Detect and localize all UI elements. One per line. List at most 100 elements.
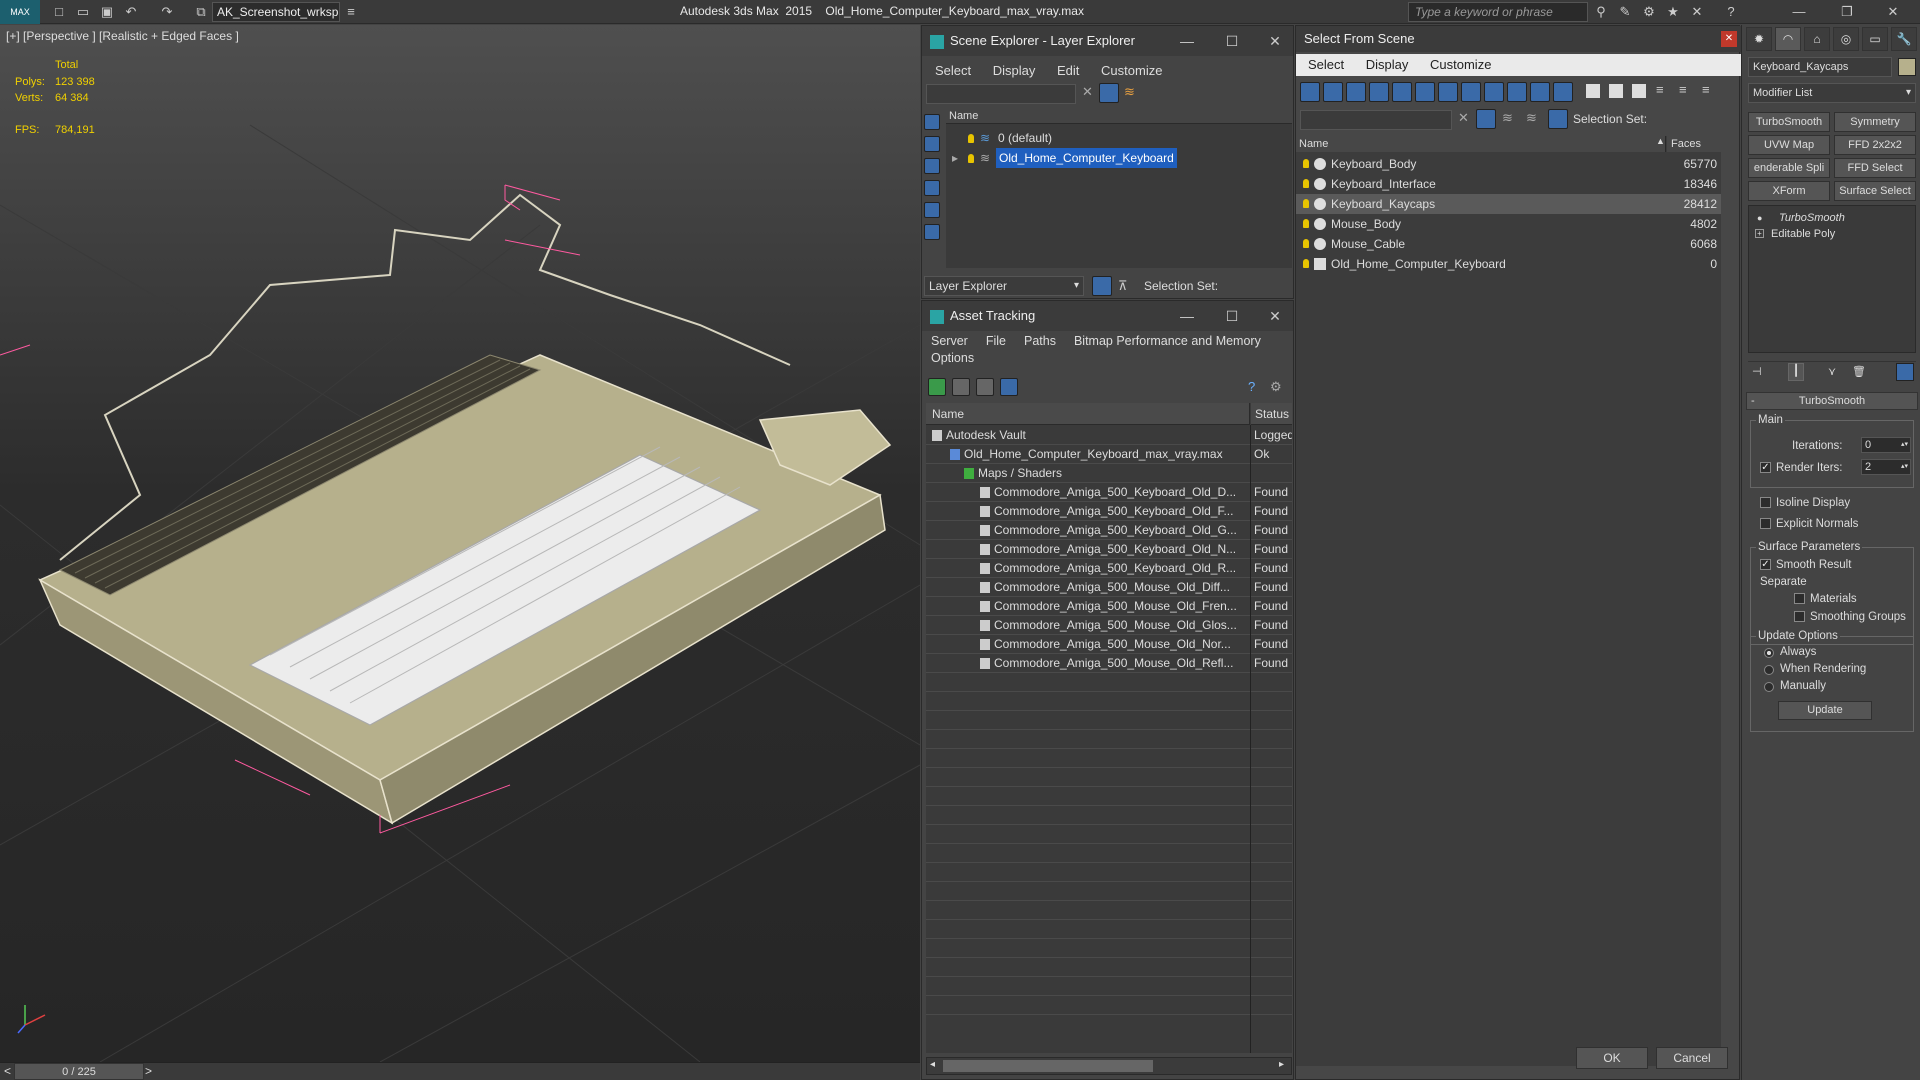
modifier-button[interactable]: TurboSmooth <box>1748 112 1830 132</box>
expand-arrow-icon[interactable]: ▸ <box>952 148 958 168</box>
utilities-tab-icon[interactable]: 🔧 <box>1891 27 1917 51</box>
asset-help-icon[interactable]: ? <box>1248 379 1255 394</box>
iterations-spinner[interactable]: 0 ▴▾ <box>1861 437 1911 453</box>
asset-tracking-titlebar[interactable]: Asset Tracking — ☐ ✕ <box>922 301 1293 331</box>
undo-icon[interactable]: ↶ <box>122 3 140 21</box>
explicit-normals-checkbox[interactable] <box>1760 518 1771 529</box>
minimize-icon[interactable]: — <box>1790 3 1808 21</box>
groups-filter-icon[interactable] <box>1438 82 1458 102</box>
modify-tab-icon[interactable]: ◠ <box>1775 27 1801 51</box>
select-invert-icon[interactable] <box>1632 84 1646 98</box>
render-iters-spinner[interactable]: 2 ▴▾ <box>1861 459 1911 475</box>
pin-stack-icon[interactable]: ⊣ <box>1752 365 1762 378</box>
maximize-icon[interactable]: ☐ <box>1212 26 1252 56</box>
close-icon[interactable]: ✕ <box>1255 301 1295 331</box>
close-icon[interactable]: ✕ <box>1255 26 1295 56</box>
ok-button[interactable]: OK <box>1576 1047 1648 1069</box>
asset-row[interactable]: Old_Home_Computer_Keyboard_max_vray.max O… <box>926 445 1292 464</box>
smoothing-groups-checkbox[interactable] <box>1794 611 1805 622</box>
layers-toggle-icon[interactable]: ≋ <box>1526 110 1537 126</box>
light-bulb-icon[interactable] <box>968 128 974 148</box>
asset-row[interactable]: Maps / Shaders <box>926 464 1292 483</box>
modifier-button[interactable]: Surface Select <box>1834 181 1916 201</box>
select-none-icon[interactable] <box>1609 84 1623 98</box>
time-next-button[interactable]: > <box>145 1064 152 1078</box>
display-none-icon[interactable] <box>924 114 940 130</box>
time-slider[interactable]: < 0 / 225 > <box>0 1062 920 1080</box>
light-bulb-icon[interactable] <box>1303 239 1309 248</box>
layer-row-keyboard[interactable]: ▸ ≋ Old_Home_Computer_Keyboard <box>946 148 1292 168</box>
light-bulb-icon[interactable] <box>1303 199 1309 208</box>
display-layers-icon[interactable] <box>924 224 940 240</box>
menu-display[interactable]: Display <box>1357 54 1418 75</box>
render-iters-checkbox[interactable]: ✓ <box>1760 462 1771 473</box>
favorites-star-icon[interactable]: ★ <box>1664 3 1682 21</box>
isoline-display-checkbox[interactable] <box>1760 497 1771 508</box>
asset-row[interactable]: Commodore_Amiga_500_Keyboard_Old_F... Fou… <box>926 502 1292 521</box>
always-radio[interactable] <box>1764 648 1774 658</box>
modifier-button[interactable]: UVW Map <box>1748 135 1830 155</box>
help-icon[interactable]: ? <box>1722 3 1740 21</box>
menu-paths[interactable]: Paths <box>1015 331 1065 351</box>
asset-col-status[interactable]: Status <box>1251 403 1292 425</box>
clear-search-icon[interactable]: ✕ <box>1082 84 1093 100</box>
modifier-button[interactable]: enderable Spli <box>1748 158 1830 178</box>
app-logo-icon[interactable]: MAX <box>0 0 40 24</box>
menu-select[interactable]: Select <box>1296 54 1353 75</box>
expand-plus-icon[interactable]: + <box>1755 229 1764 238</box>
object-col-name[interactable]: Name <box>1296 136 1666 152</box>
viewport-label[interactable]: [+] [Perspective ] [Realistic + Edged Fa… <box>6 29 239 43</box>
perspective-viewport[interactable]: [+] [Perspective ] [Realistic + Edged Fa… <box>0 25 920 1062</box>
close-icon[interactable]: ✕ <box>1721 31 1737 47</box>
light-bulb-icon[interactable] <box>1303 159 1309 168</box>
spinner-arrows-icon[interactable]: ▴▾ <box>1901 460 1908 474</box>
binoculars-icon[interactable]: ⚲ <box>1592 3 1610 21</box>
thumbnail-view-icon[interactable] <box>976 378 994 396</box>
object-row[interactable]: Old_Home_Computer_Keyboard 0 <box>1296 254 1721 274</box>
display-children-icon[interactable]: ≡ <box>1679 82 1687 97</box>
turbosmooth-rollout-header[interactable]: - TurboSmooth <box>1746 392 1918 410</box>
new-file-icon[interactable]: □ <box>50 3 68 21</box>
horizontal-scrollbar[interactable]: ◂ ▸ <box>926 1057 1292 1075</box>
close-app-icon[interactable]: ✕ <box>1884 3 1902 21</box>
workspace-dropdown[interactable]: AK_Screenshot_wrksp <box>212 2 340 22</box>
light-bulb-icon[interactable] <box>1303 259 1309 268</box>
asset-row[interactable]: Commodore_Amiga_500_Mouse_Old_Nor... Foun… <box>926 635 1292 654</box>
search-input[interactable]: Type a keyword or phrase <box>1408 2 1588 22</box>
layer-row-default[interactable]: ≋ 0 (default) <box>946 128 1292 148</box>
hierarchy-tab-icon[interactable]: ⌂ <box>1804 27 1830 51</box>
geometry-filter-icon[interactable] <box>1300 82 1320 102</box>
cameras-filter-icon[interactable] <box>1369 82 1389 102</box>
menu-display[interactable]: Display <box>984 60 1045 81</box>
asset-row[interactable]: Commodore_Amiga_500_Keyboard_Old_D... Fou… <box>926 483 1292 502</box>
lights-filter-icon[interactable] <box>1346 82 1366 102</box>
open-file-icon[interactable]: ▭ <box>74 3 92 21</box>
modifier-list-dropdown[interactable]: Modifier List ▾ <box>1748 83 1916 103</box>
object-row[interactable]: Mouse_Body 4802 <box>1296 214 1721 234</box>
configure-sets-icon[interactable] <box>1896 363 1914 381</box>
remove-modifier-icon[interactable]: 🗑 <box>1852 365 1866 378</box>
asset-row[interactable]: Commodore_Amiga_500_Mouse_Old_Glos... Fou… <box>926 616 1292 635</box>
project-folder-icon[interactable]: ⧉ <box>192 3 210 21</box>
asset-row[interactable]: Commodore_Amiga_500_Mouse_Old_Fren... Fou… <box>926 597 1292 616</box>
layer-mode-icon[interactable] <box>1092 276 1112 296</box>
object-row[interactable]: Keyboard_Interface 18346 <box>1296 174 1721 194</box>
sort-by-icon[interactable] <box>1548 109 1568 129</box>
object-row[interactable]: Mouse_Cable 6068 <box>1296 234 1721 254</box>
display-helpers-icon[interactable] <box>924 180 940 196</box>
scroll-right-icon[interactable]: ▸ <box>1279 1059 1284 1070</box>
display-all-icon[interactable] <box>924 136 940 152</box>
helpers-filter-icon[interactable] <box>1392 82 1412 102</box>
asset-row[interactable]: Commodore_Amiga_500_Keyboard_Old_G... Fou… <box>926 521 1292 540</box>
list-view-icon[interactable] <box>952 378 970 396</box>
scene-explorer-titlebar[interactable]: Scene Explorer - Layer Explorer — ☐ ✕ <box>922 26 1293 56</box>
modifier-button[interactable]: XForm <box>1748 181 1830 201</box>
refresh-icon[interactable] <box>928 378 946 396</box>
menu-edit[interactable]: Edit <box>1048 60 1088 81</box>
maximize-icon[interactable]: ❐ <box>1838 3 1856 21</box>
modifier-button[interactable]: FFD 2x2x2 <box>1834 135 1916 155</box>
minimize-icon[interactable]: — <box>1167 301 1207 331</box>
select-from-scene-titlebar[interactable]: Select From Scene ✕ <box>1296 26 1741 52</box>
cancel-button[interactable]: Cancel <box>1656 1047 1728 1069</box>
menu-customize[interactable]: Customize <box>1421 54 1500 75</box>
